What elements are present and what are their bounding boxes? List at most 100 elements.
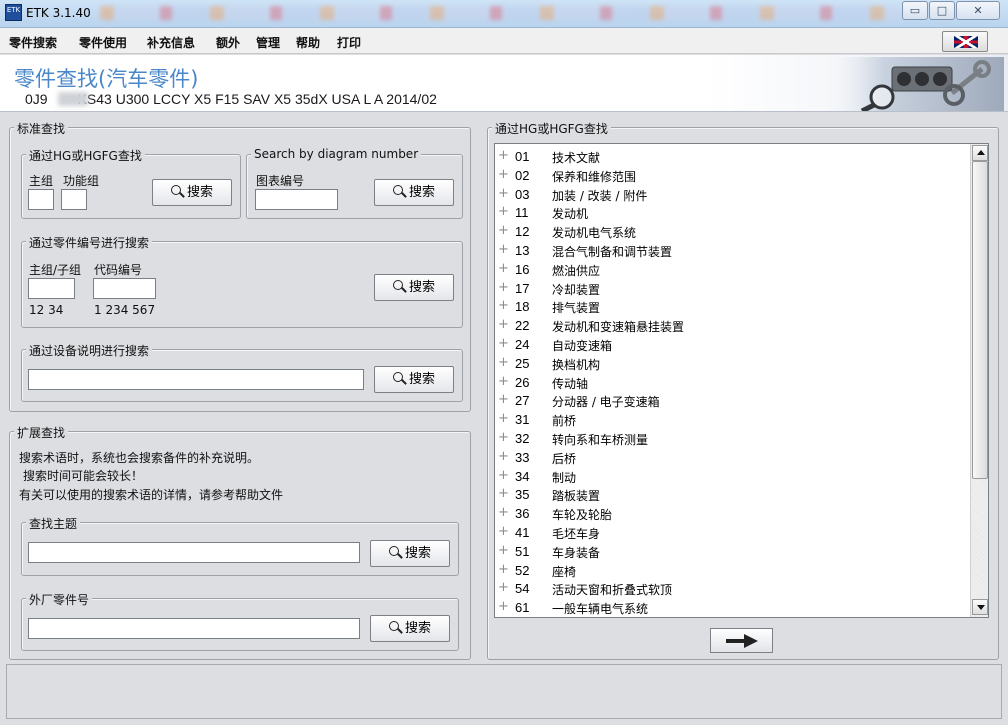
expand-icon[interactable]: + bbox=[498, 167, 509, 182]
tree-item-54[interactable]: +54 活动天窗和折叠式软顶 bbox=[495, 578, 970, 597]
expand-icon[interactable]: + bbox=[498, 543, 509, 558]
hg-search-button[interactable]: 搜索 bbox=[152, 179, 232, 206]
external-part-number-input[interactable] bbox=[28, 618, 360, 639]
next-button[interactable] bbox=[710, 628, 773, 653]
scrollbar-thumb[interactable] bbox=[972, 161, 988, 479]
expand-icon[interactable]: + bbox=[498, 562, 509, 577]
minimize-button[interactable]: ▭ bbox=[902, 1, 928, 20]
function-group-input[interactable] bbox=[61, 189, 87, 210]
tree-item-31[interactable]: +31 前桥 bbox=[495, 409, 970, 428]
expand-icon[interactable]: + bbox=[498, 280, 509, 295]
expand-icon[interactable]: + bbox=[498, 336, 509, 351]
tree-item-18[interactable]: +18 排气装置 bbox=[495, 296, 970, 315]
menu-extras[interactable]: 额外 bbox=[216, 34, 240, 51]
tree-item-name: 传动轴 bbox=[552, 376, 589, 391]
tree-item-name: 加装 / 改装 / 附件 bbox=[552, 188, 648, 203]
tree-item-name: 燃油供应 bbox=[552, 263, 601, 278]
chart-number-input[interactable] bbox=[255, 189, 338, 210]
equipment-search-button[interactable]: 搜索 bbox=[374, 366, 454, 393]
expand-icon[interactable]: + bbox=[498, 392, 509, 407]
tree-item-35[interactable]: +35 踏板装置 bbox=[495, 484, 970, 503]
menu-print[interactable]: 打印 bbox=[337, 34, 361, 51]
expand-icon[interactable]: + bbox=[498, 186, 509, 201]
menu-help[interactable]: 帮助 bbox=[296, 34, 320, 51]
expand-icon[interactable]: + bbox=[498, 468, 509, 483]
tree-item-name: 混合气制备和调节装置 bbox=[552, 245, 673, 259]
expand-icon[interactable]: + bbox=[498, 148, 509, 163]
maximize-button[interactable]: □ bbox=[929, 1, 955, 20]
tree-item-name: 分动器 / 电子变速箱 bbox=[552, 395, 660, 410]
tree-item-name: 制动 bbox=[552, 470, 577, 485]
code-number-label: 代码编号 bbox=[94, 263, 143, 277]
language-flag-button[interactable] bbox=[942, 31, 988, 52]
tree-item-25[interactable]: +25 换档机构 bbox=[495, 353, 970, 372]
close-button[interactable]: ✕ bbox=[956, 1, 1000, 20]
window-titlebar: ETK ETK 3.1.40 ▭ □ ✕ bbox=[0, 0, 1008, 28]
tree-item-03[interactable]: +03 加装 / 改装 / 附件 bbox=[495, 184, 970, 203]
menu-part-usage[interactable]: 零件使用 bbox=[79, 34, 127, 51]
tree-item-41[interactable]: +41 毛坯车身 bbox=[495, 522, 970, 541]
tree-item-name: 排气装置 bbox=[552, 301, 601, 316]
expand-icon[interactable]: + bbox=[498, 599, 509, 614]
tree-item-36[interactable]: +36 车轮及轮胎 bbox=[495, 503, 970, 522]
menu-supplementary-info[interactable]: 补充信息 bbox=[147, 34, 195, 51]
window-title: ETK 3.1.40 bbox=[26, 6, 91, 20]
tree-item-33[interactable]: +33 后桥 bbox=[495, 447, 970, 466]
group-subgroup-input[interactable] bbox=[28, 278, 75, 299]
tree-item-51[interactable]: +51 车身装备 bbox=[495, 541, 970, 560]
expand-icon[interactable]: + bbox=[498, 374, 509, 389]
diagram-search-button[interactable]: 搜索 bbox=[374, 179, 454, 206]
scroll-up-button[interactable] bbox=[972, 145, 988, 161]
tree-item-12[interactable]: +12 发动机电气系统 bbox=[495, 221, 970, 240]
expand-icon[interactable]: + bbox=[498, 223, 509, 238]
extended-search-note-3: 有关可以使用的搜索术语的详情，请参考帮助文件 bbox=[19, 488, 284, 502]
chart-number-label: 图表编号 bbox=[256, 174, 305, 188]
expand-icon[interactable]: + bbox=[498, 298, 509, 313]
tree-item-01[interactable]: +01 技术文献 bbox=[495, 146, 970, 165]
topic-search-button[interactable]: 搜索 bbox=[370, 540, 450, 567]
hg-search-button-label: 搜索 bbox=[186, 185, 213, 200]
expand-icon[interactable]: + bbox=[498, 580, 509, 595]
expand-icon[interactable]: + bbox=[498, 430, 509, 445]
expand-icon[interactable]: + bbox=[498, 505, 509, 520]
expand-icon[interactable]: + bbox=[498, 486, 509, 501]
expand-icon[interactable]: + bbox=[498, 204, 509, 219]
tree-item-13[interactable]: +13 混合气制备和调节装置 bbox=[495, 240, 970, 259]
tree-item-24[interactable]: +24 自动变速箱 bbox=[495, 334, 970, 353]
code-number-input[interactable] bbox=[93, 278, 156, 299]
page-title: 零件查找(汽车零件) bbox=[14, 67, 199, 91]
expand-icon[interactable]: + bbox=[498, 242, 509, 257]
tree-item-26[interactable]: +26 传动轴 bbox=[495, 372, 970, 391]
menu-part-search[interactable]: 零件搜索 bbox=[9, 34, 57, 51]
menu-bar: 零件搜索 零件使用 补充信息 额外 管理 帮助 打印 bbox=[0, 28, 1008, 54]
expand-icon[interactable]: + bbox=[498, 355, 509, 370]
tree-item-16[interactable]: +16 燃油供应 bbox=[495, 259, 970, 278]
equipment-description-input[interactable] bbox=[28, 369, 364, 390]
tree-item-11[interactable]: +11 发动机 bbox=[495, 202, 970, 221]
tree-item-32[interactable]: +32 转向系和车桥测量 bbox=[495, 428, 970, 447]
tree-vertical-scrollbar[interactable] bbox=[970, 144, 988, 617]
tree-item-27[interactable]: +27 分动器 / 电子变速箱 bbox=[495, 390, 970, 409]
main-group-input[interactable] bbox=[28, 189, 54, 210]
expand-icon[interactable]: + bbox=[498, 449, 509, 464]
expand-icon[interactable]: + bbox=[498, 524, 509, 539]
tree-item-22[interactable]: +22 发动机和变速箱悬挂装置 bbox=[495, 315, 970, 334]
expand-icon[interactable]: + bbox=[498, 317, 509, 332]
tree-item-61[interactable]: +61 一般车辆电气系统 bbox=[495, 597, 970, 616]
equipment-search-legend: 通过设备说明进行搜索 bbox=[26, 342, 153, 359]
tree-item-34[interactable]: +34 制动 bbox=[495, 466, 970, 485]
tree-item-52[interactable]: +52 座椅 bbox=[495, 560, 970, 579]
tree-item-02[interactable]: +02 保养和维修范围 bbox=[495, 165, 970, 184]
tree-item-17[interactable]: +17 冷却装置 bbox=[495, 278, 970, 297]
expand-icon[interactable]: + bbox=[498, 411, 509, 426]
part-number-search-button[interactable]: 搜索 bbox=[374, 274, 454, 301]
expand-icon[interactable]: + bbox=[498, 261, 509, 276]
external-part-search-button[interactable]: 搜索 bbox=[370, 615, 450, 642]
scroll-down-button[interactable] bbox=[972, 599, 988, 615]
external-part-legend: 外厂零件号 bbox=[26, 591, 93, 608]
tree-item-code: 17 bbox=[515, 280, 530, 296]
main-group-tree[interactable]: +01 技术文献 +02 保养和维修范围 +03 加装 / 改装 / 附件 +11 发动机 +1… bbox=[494, 143, 989, 618]
topic-search-input[interactable] bbox=[28, 542, 360, 563]
magnifier-icon bbox=[170, 185, 184, 198]
menu-admin[interactable]: 管理 bbox=[256, 34, 280, 51]
